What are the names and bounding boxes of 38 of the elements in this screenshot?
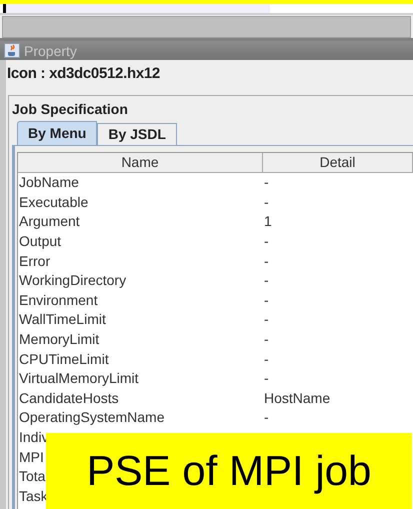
table-cell: WallTimeLimit bbox=[19, 311, 106, 328]
table-cell-text: - bbox=[263, 310, 269, 330]
table-cell: Environment bbox=[19, 292, 98, 308]
tab[interactable]: By Menu bbox=[17, 121, 98, 145]
icon-label: Icon : xd3dc0512.hx12 bbox=[7, 64, 160, 84]
table-cell: Argument bbox=[19, 213, 80, 230]
table-cell: Task bbox=[19, 488, 48, 504]
panel-title: Job Specification bbox=[12, 100, 129, 118]
coffee-cup-icon bbox=[4, 43, 20, 58]
table-cell-text: - bbox=[263, 252, 269, 271]
table-cell: MPI bbox=[19, 448, 44, 465]
column-header[interactable]: Name bbox=[18, 153, 263, 173]
table-cell-text: - bbox=[263, 232, 269, 252]
table-cell: CandidateHosts bbox=[19, 390, 119, 406]
table-cell-text: HostName bbox=[263, 388, 330, 408]
table-cell-text: - bbox=[263, 271, 269, 290]
table-cell: Output bbox=[19, 233, 62, 250]
table-cell: JobName bbox=[19, 174, 79, 190]
column-header[interactable]: Detail bbox=[263, 153, 413, 173]
window-title: Property bbox=[24, 44, 77, 58]
tab[interactable]: By JSDL bbox=[97, 123, 177, 145]
table-cell-text: - bbox=[263, 173, 269, 192]
table-cell: Tota bbox=[19, 468, 46, 484]
table-cell: MemoryLimit bbox=[19, 331, 100, 348]
table-cell: Error bbox=[19, 252, 50, 269]
table-cell-text: - bbox=[263, 330, 269, 350]
table-cell-text: - bbox=[263, 369, 269, 388]
table-cell-text: - bbox=[263, 350, 269, 369]
table-cell: VirtualMemoryLimit bbox=[19, 370, 139, 386]
table-cell: WorkingDirectory bbox=[19, 272, 126, 288]
table-cell-text: - bbox=[263, 408, 269, 428]
table-cell-text: - bbox=[263, 192, 269, 212]
table-cell-text: - bbox=[263, 290, 269, 310]
table-cell: OperatingSystemName bbox=[19, 409, 165, 426]
caption-label: PSE of MPI job bbox=[46, 433, 412, 509]
table-cell: Executable bbox=[19, 194, 88, 210]
table-cell-text: 1 bbox=[263, 212, 272, 232]
table-cell: CPUTimeLimit bbox=[19, 350, 109, 367]
